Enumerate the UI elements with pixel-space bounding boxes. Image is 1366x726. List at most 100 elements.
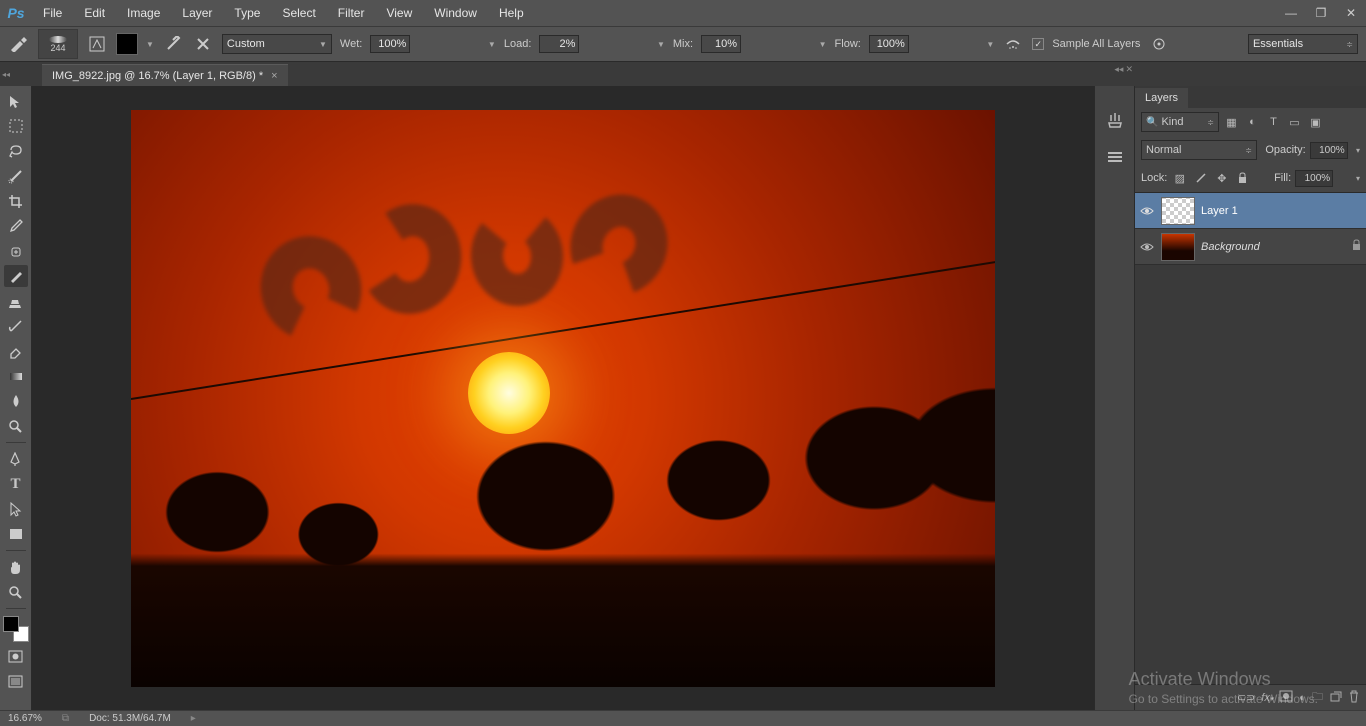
chevron-down-icon[interactable]: ▼ (488, 40, 496, 49)
move-tool[interactable] (4, 90, 28, 112)
history-brush-tool[interactable] (4, 315, 28, 337)
document-tab[interactable]: IMG_8922.jpg @ 16.7% (Layer 1, RGB/8) * … (42, 64, 288, 86)
pen-tool[interactable] (4, 448, 28, 470)
layers-tab[interactable]: Layers (1135, 88, 1188, 108)
quick-select-tool[interactable] (4, 165, 28, 187)
adjustment-layer-icon[interactable]: ◐ (1299, 692, 1306, 704)
filter-shape-icon[interactable]: ▭ (1286, 114, 1303, 131)
filter-adjust-icon[interactable]: ◐ (1244, 114, 1261, 131)
hand-tool[interactable] (4, 556, 28, 578)
clean-brush-icon[interactable] (192, 33, 214, 55)
maximize-button[interactable]: ❐ (1306, 3, 1336, 23)
menu-select[interactable]: Select (271, 0, 326, 26)
gradient-tool[interactable] (4, 365, 28, 387)
visibility-toggle[interactable] (1139, 239, 1155, 255)
brush-presets-panel-icon[interactable] (1101, 144, 1129, 168)
lasso-tool[interactable] (4, 140, 28, 162)
group-icon[interactable]: 🗀 (1312, 688, 1323, 707)
mix-input[interactable]: 10% (701, 35, 741, 53)
menu-help[interactable]: Help (488, 0, 535, 26)
dodge-tool[interactable] (4, 415, 28, 437)
opacity-input[interactable]: 100% (1310, 142, 1348, 159)
clone-stamp-tool[interactable] (4, 290, 28, 312)
layer-name[interactable]: Background (1201, 241, 1260, 253)
panel-collapse-grip[interactable]: ◂◂✕ (1106, 64, 1136, 78)
load-input[interactable]: 2% (539, 35, 579, 53)
canvas-viewport[interactable] (32, 86, 1094, 710)
zoom-tool[interactable] (4, 581, 28, 603)
quick-mask-toggle[interactable] (4, 645, 28, 667)
healing-brush-tool[interactable] (4, 240, 28, 262)
current-color-swatch[interactable] (116, 33, 138, 55)
tablet-pressure-icon[interactable] (1148, 33, 1170, 55)
type-tool[interactable]: T (4, 473, 28, 495)
eyedropper-tool[interactable] (4, 215, 28, 237)
path-select-tool[interactable] (4, 498, 28, 520)
layer-fx-icon[interactable]: fx▾ (1261, 692, 1273, 704)
layer-thumbnail[interactable] (1161, 197, 1195, 225)
fill-input[interactable]: 100% (1295, 170, 1333, 187)
sample-all-checkbox[interactable]: ✓ (1032, 38, 1044, 50)
lock-transparency-icon[interactable]: ▨ (1171, 170, 1188, 187)
brush-panel-toggle[interactable] (86, 33, 108, 55)
eraser-tool[interactable] (4, 340, 28, 362)
minimize-button[interactable]: — (1276, 3, 1306, 23)
menu-filter[interactable]: Filter (327, 0, 376, 26)
close-button[interactable]: ✕ (1336, 3, 1366, 23)
menu-edit[interactable]: Edit (73, 0, 116, 26)
blur-tool[interactable] (4, 390, 28, 412)
foreground-color-swatch[interactable] (3, 616, 19, 632)
zoom-level[interactable]: 16.67% (8, 713, 42, 724)
flow-input[interactable]: 100% (869, 35, 909, 53)
layer-name[interactable]: Layer 1 (1201, 205, 1238, 217)
filter-pixel-icon[interactable]: ▦ (1223, 114, 1240, 131)
link-layers-icon[interactable]: ⊂⊃ (1237, 691, 1255, 704)
menu-image[interactable]: Image (116, 0, 171, 26)
wet-label: Wet: (340, 38, 362, 50)
visibility-toggle[interactable] (1139, 203, 1155, 219)
menu-view[interactable]: View (375, 0, 423, 26)
screen-mode-toggle[interactable] (4, 670, 28, 692)
menu-file[interactable]: File (32, 0, 73, 26)
menu-layer[interactable]: Layer (171, 0, 223, 26)
tool-preset-icon[interactable] (8, 33, 30, 55)
doc-info[interactable]: Doc: 51.3M/64.7M (89, 713, 171, 724)
workspace-dropdown[interactable]: Essentials ≑ (1248, 34, 1358, 54)
toolbox-collapse-grip[interactable]: ◂◂ (2, 64, 10, 84)
menu-window[interactable]: Window (423, 0, 488, 26)
brush-tool[interactable] (4, 265, 28, 287)
color-swatches[interactable] (3, 616, 29, 642)
load-brush-icon[interactable] (162, 33, 184, 55)
lock-pixels-icon[interactable] (1192, 170, 1209, 187)
marquee-tool[interactable] (4, 115, 28, 137)
lock-all-icon[interactable] (1234, 170, 1251, 187)
filter-type-icon[interactable]: T (1265, 114, 1282, 131)
wet-input[interactable]: 100% (370, 35, 410, 53)
brushes-panel-icon[interactable] (1101, 108, 1129, 132)
layer-row[interactable]: Layer 1 (1135, 193, 1366, 229)
document-canvas[interactable] (131, 110, 995, 687)
layer-thumbnail[interactable] (1161, 233, 1195, 261)
filter-smart-icon[interactable]: ▣ (1307, 114, 1324, 131)
lock-position-icon[interactable]: ✥ (1213, 170, 1230, 187)
brush-preview[interactable]: 244 (38, 29, 78, 59)
chevron-down-icon[interactable]: ▾ (1356, 174, 1360, 183)
close-tab-icon[interactable]: × (271, 70, 277, 82)
ruler-icon[interactable]: ⧉ (62, 713, 69, 724)
new-layer-icon[interactable] (1329, 690, 1342, 705)
chevron-down-icon[interactable]: ▾ (1356, 146, 1360, 155)
menu-type[interactable]: Type (223, 0, 271, 26)
crop-tool[interactable] (4, 190, 28, 212)
delete-layer-icon[interactable] (1348, 690, 1360, 706)
rectangle-tool[interactable] (4, 523, 28, 545)
layer-row[interactable]: Background (1135, 229, 1366, 265)
brush-combo-dropdown[interactable]: Custom ▼ (222, 34, 332, 54)
status-flyout-icon[interactable]: ▸ (191, 713, 196, 724)
chevron-down-icon[interactable]: ▼ (657, 40, 665, 49)
blend-mode-dropdown[interactable]: Normal ≑ (1141, 140, 1257, 160)
airbrush-icon[interactable] (1002, 33, 1024, 55)
chevron-down-icon[interactable]: ▼ (819, 40, 827, 49)
layer-mask-icon[interactable] (1279, 690, 1293, 705)
chevron-down-icon[interactable]: ▼ (986, 40, 994, 49)
filter-kind-dropdown[interactable]: 🔍 Kind ≑ (1141, 112, 1219, 132)
